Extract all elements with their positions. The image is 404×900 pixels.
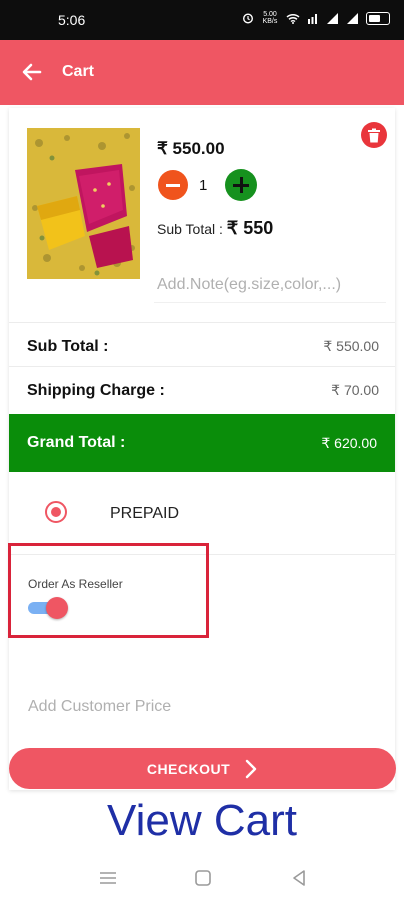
network-speed: 5.00 KB/s [262, 11, 278, 25]
shipping-charge-value: ₹ 70.00 [331, 382, 379, 398]
battery-icon [366, 11, 390, 25]
wifi-icon [286, 13, 300, 24]
item-subtotal: Sub Total : ₹ 550 [157, 218, 273, 239]
app-bar: Cart [0, 40, 404, 105]
back-triangle-icon[interactable] [288, 867, 310, 889]
item-subtotal-label: Sub Total : [157, 221, 227, 237]
trash-icon [368, 128, 380, 142]
cart-card: ₹ 550.00 1 Sub Total : ₹ 550 Add.Note(eg… [8, 108, 395, 790]
shipping-charge-row: Shipping Charge : ₹ 70.00 [27, 382, 379, 400]
page-title: Cart [62, 63, 95, 80]
status-bar: 5:06 5.00 KB/s [0, 0, 404, 40]
menu-icon[interactable] [97, 867, 119, 889]
decrease-quantity-button[interactable] [158, 170, 188, 200]
reseller-toggle[interactable] [28, 596, 68, 619]
customer-price-input[interactable]: Add Customer Price [28, 698, 171, 716]
chevron-right-icon [245, 759, 257, 778]
shipping-charge-label: Shipping Charge : [27, 382, 165, 399]
grand-total-label: Grand Total : [27, 434, 126, 451]
item-subtotal-value: ₹ 550 [226, 218, 274, 238]
signal-icon-2 [347, 12, 358, 24]
toggle-thumb [46, 597, 68, 619]
grand-total-value: ₹ 620.00 [321, 434, 377, 451]
checkout-button[interactable]: CHECKOUT [9, 748, 396, 789]
prepaid-label[interactable]: PREPAID [110, 505, 179, 523]
status-icons: 5.00 KB/s [242, 11, 390, 25]
note-underline [154, 302, 386, 303]
grand-total-row: Grand Total : ₹ 620.00 [9, 414, 395, 472]
home-icon[interactable] [192, 867, 214, 889]
signal-icon [327, 12, 338, 24]
summary-subtotal-label: Sub Total : [27, 338, 109, 355]
note-input[interactable]: Add.Note(eg.size,color,...) [157, 276, 341, 294]
increase-quantity-button[interactable] [225, 169, 257, 201]
summary-subtotal-row: Sub Total : ₹ 550.00 [27, 338, 379, 356]
item-price: ₹ 550.00 [157, 139, 225, 158]
product-image[interactable] [27, 128, 140, 279]
divider [9, 366, 395, 367]
alarm-icon [242, 13, 254, 24]
volte-icon [308, 13, 317, 24]
system-nav-bar [0, 855, 404, 900]
checkout-label: CHECKOUT [146, 760, 231, 777]
prepaid-radio[interactable] [45, 501, 67, 523]
summary-subtotal-value: ₹ 550.00 [323, 338, 379, 354]
arrow-left-icon[interactable] [18, 58, 46, 86]
quantity-value: 1 [199, 177, 208, 194]
status-time: 5:06 [58, 12, 86, 28]
reseller-label: Order As Reseller [28, 577, 123, 591]
view-cart-caption: View Cart [107, 796, 297, 845]
divider [9, 322, 395, 323]
delete-item-button[interactable] [361, 122, 387, 148]
